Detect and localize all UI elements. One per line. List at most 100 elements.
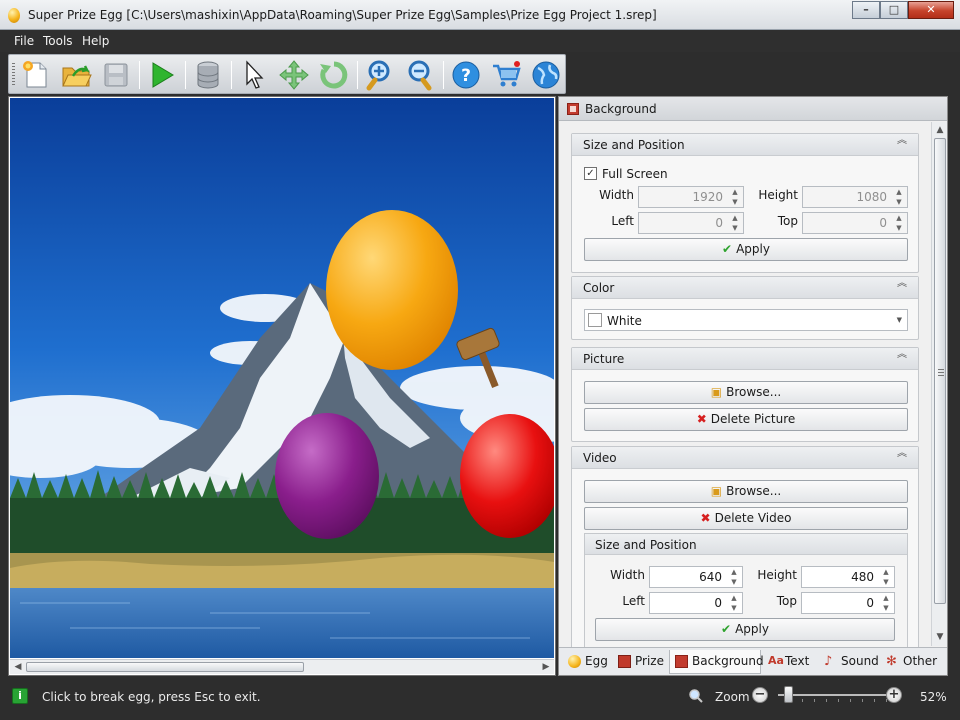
maximize-button[interactable]: □	[880, 1, 908, 19]
full-screen-checkbox[interactable]: ✓	[584, 167, 597, 180]
minimize-button[interactable]: –	[852, 1, 880, 19]
height-spinner[interactable]: 1080 ▲ ▼	[802, 186, 908, 208]
size-position-group: Size and Position ︽ ✓ Full Screen Width …	[571, 133, 919, 273]
menu-tools[interactable]: Tools	[43, 34, 73, 48]
video-width-spinner[interactable]: 640 ▲ ▼	[649, 566, 743, 588]
tab-egg[interactable]: Egg	[563, 650, 611, 674]
tab-background[interactable]: Background	[669, 650, 764, 674]
spin-up-icon[interactable]: ▲	[894, 214, 904, 222]
spin-up-icon[interactable]: ▲	[729, 594, 739, 602]
zoom-in-button[interactable]	[363, 58, 397, 92]
horizontal-scrollbar[interactable]: ◀ ▶	[10, 659, 554, 674]
rotate-button[interactable]	[317, 58, 351, 92]
panel-header: Background	[559, 97, 947, 121]
browse-video-button[interactable]: ▣ Browse...	[584, 480, 908, 503]
size-position-header[interactable]: Size and Position ︽	[572, 134, 918, 156]
database-button[interactable]	[191, 58, 225, 92]
spin-down-icon[interactable]: ▼	[894, 198, 904, 206]
purple-egg[interactable]	[275, 413, 379, 539]
open-project-button[interactable]	[59, 58, 93, 92]
collapse-icon[interactable]: ︽	[897, 449, 907, 459]
close-button[interactable]: ✕	[908, 1, 954, 19]
check-icon: ✔	[722, 242, 733, 256]
collapse-icon[interactable]: ︽	[897, 279, 907, 289]
spin-up-icon[interactable]: ▲	[894, 188, 904, 196]
tab-text[interactable]: Aa Text	[763, 650, 817, 674]
top-spinner[interactable]: 0 ▲ ▼	[802, 212, 908, 234]
spin-up-icon[interactable]: ▲	[730, 214, 740, 222]
tab-prize[interactable]: Prize	[613, 650, 667, 674]
color-select[interactable]: White ▼	[584, 309, 908, 331]
browse-label: Browse...	[726, 385, 782, 399]
color-header[interactable]: Color ︽	[572, 277, 918, 299]
video-width-value: 640	[699, 570, 722, 584]
video-header[interactable]: Video ︽	[572, 447, 918, 469]
zoom-out-icon	[408, 60, 432, 91]
tab-label: Other	[903, 654, 938, 668]
spin-up-icon[interactable]: ▲	[729, 568, 739, 576]
vertical-scroll-thumb[interactable]	[934, 138, 946, 604]
play-button[interactable]	[145, 58, 179, 92]
video-left-spinner[interactable]: 0 ▲ ▼	[649, 592, 743, 614]
scroll-up-icon[interactable]: ▲	[934, 125, 946, 135]
spin-down-icon[interactable]: ▼	[881, 578, 891, 586]
zoom-slider-thumb[interactable]	[783, 686, 793, 703]
left-spinner[interactable]: 0 ▲ ▼	[638, 212, 744, 234]
video-apply-button[interactable]: ✔ Apply	[595, 618, 895, 641]
collapse-icon[interactable]: ︽	[897, 350, 907, 360]
new-project-button[interactable]	[19, 58, 53, 92]
width-value: 1920	[692, 190, 723, 204]
scroll-left-icon[interactable]: ◀	[12, 662, 24, 672]
dropdown-arrow-icon[interactable]: ▼	[897, 316, 902, 324]
video-left-label: Left	[622, 594, 645, 608]
menu-help[interactable]: Help	[82, 34, 109, 48]
group-title: Size and Position	[583, 138, 685, 152]
spin-up-icon[interactable]: ▲	[730, 188, 740, 196]
orange-egg[interactable]	[326, 210, 458, 370]
delete-picture-button[interactable]: ✖ Delete Picture	[584, 408, 908, 431]
width-spinner[interactable]: 1920 ▲ ▼	[638, 186, 744, 208]
spin-down-icon[interactable]: ▼	[881, 604, 891, 612]
new-project-icon	[23, 61, 47, 88]
spin-down-icon[interactable]: ▼	[730, 198, 740, 206]
prize-box-icon	[618, 655, 631, 668]
delete-icon: ✖	[700, 511, 711, 525]
apply-button[interactable]: ✔ Apply	[584, 238, 908, 261]
vertical-scrollbar[interactable]: ▲ ▼	[931, 122, 947, 646]
website-button[interactable]	[529, 58, 563, 92]
spin-down-icon[interactable]: ▼	[729, 604, 739, 612]
tab-other[interactable]: ✻ Other	[881, 650, 941, 674]
browse-picture-button[interactable]: ▣ Browse...	[584, 381, 908, 404]
move-button[interactable]	[277, 58, 311, 92]
video-group: Video ︽ ▣ Browse... ✖ Delete Video Size an…	[571, 446, 919, 653]
spin-down-icon[interactable]: ▼	[729, 578, 739, 586]
left-value: 0	[715, 216, 723, 230]
preview-canvas[interactable]: ◀ ▶	[8, 96, 556, 676]
toolbar-separator	[139, 61, 140, 89]
save-button[interactable]	[99, 58, 133, 92]
picture-header[interactable]: Picture ︽	[572, 348, 918, 370]
spin-up-icon[interactable]: ▲	[881, 594, 891, 602]
zoom-slider-track[interactable]	[778, 694, 888, 696]
menu-file[interactable]: File	[14, 34, 34, 48]
zoom-in-icon[interactable]: +	[886, 687, 902, 703]
preview-scene[interactable]	[10, 98, 554, 658]
spin-down-icon[interactable]: ▼	[894, 224, 904, 232]
toolbar-grip[interactable]	[12, 63, 15, 87]
spin-up-icon[interactable]: ▲	[881, 568, 891, 576]
width-label: Width	[599, 188, 634, 202]
spin-down-icon[interactable]: ▼	[730, 224, 740, 232]
scroll-right-icon[interactable]: ▶	[540, 662, 552, 672]
help-button[interactable]: ?	[449, 58, 483, 92]
video-top-spinner[interactable]: 0 ▲ ▼	[801, 592, 895, 614]
tab-sound[interactable]: ♪ Sound	[819, 650, 879, 674]
delete-video-button[interactable]: ✖ Delete Video	[584, 507, 908, 530]
horizontal-scroll-thumb[interactable]	[26, 662, 304, 672]
collapse-icon[interactable]: ︽	[897, 136, 907, 146]
zoom-out-icon[interactable]: −	[752, 687, 768, 703]
video-height-spinner[interactable]: 480 ▲ ▼	[801, 566, 895, 588]
buy-button[interactable]	[489, 58, 523, 92]
pointer-button[interactable]	[237, 58, 271, 92]
scroll-down-icon[interactable]: ▼	[934, 632, 946, 642]
zoom-out-button[interactable]	[403, 58, 437, 92]
